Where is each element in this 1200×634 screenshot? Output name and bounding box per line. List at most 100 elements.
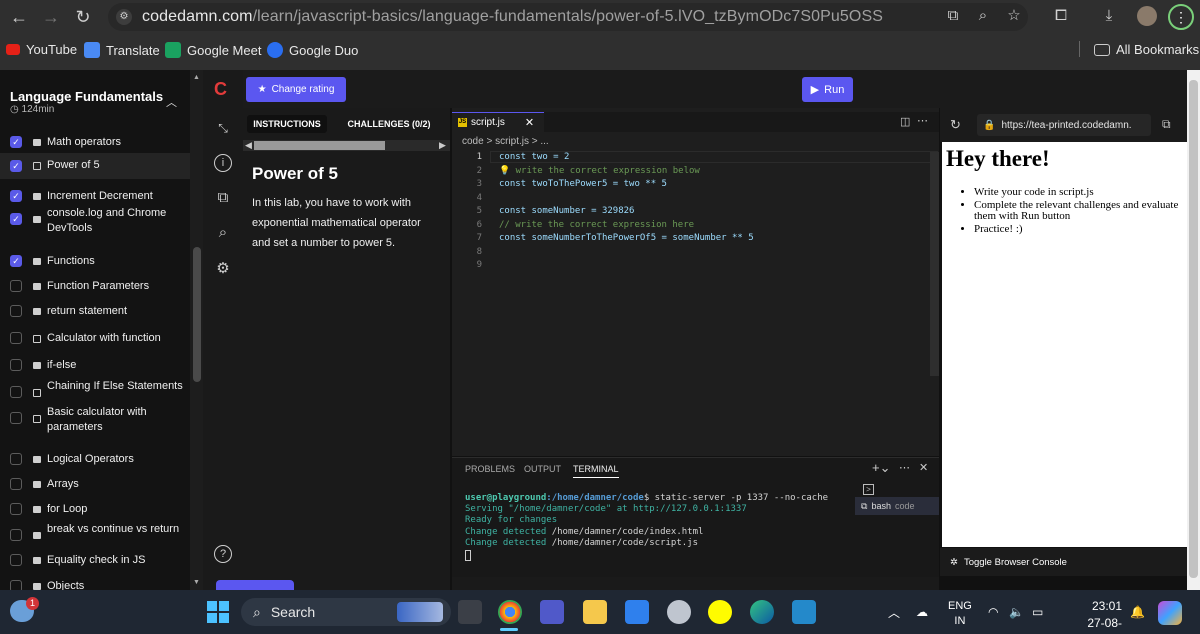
editor-tab-script-js[interactable]: JS script.js ✕ (452, 112, 544, 132)
checked-checkbox[interactable]: ✓ (10, 213, 22, 225)
zoom-icon[interactable]: ⌕ (972, 5, 994, 27)
bookmark-youtube[interactable]: YouTube (6, 42, 77, 57)
sidebar-item[interactable]: Equality check in JS (0, 551, 190, 571)
bookmark-google-duo[interactable]: Google Duo (267, 42, 358, 58)
search-icon[interactable]: ⌕ (213, 223, 233, 243)
sidebar-item[interactable]: ✓ Increment Decrement (0, 187, 190, 207)
new-terminal-icon[interactable]: +⌄ (872, 460, 890, 476)
sidebar-item[interactable]: ✓ console.log and Chrome DevTools (0, 207, 190, 234)
change-rating-button[interactable]: ★ Change rating (246, 77, 346, 102)
reload-icon[interactable]: ↻ (72, 6, 94, 28)
back-icon[interactable]: ← (8, 6, 30, 28)
bookmark-translate[interactable]: Translate (84, 42, 160, 58)
checkbox[interactable] (10, 332, 22, 344)
sidebar-item[interactable]: ✓ Math operators (0, 133, 190, 153)
wifi-icon[interactable]: ◠ (988, 605, 998, 619)
star-icon[interactable]: ☆ (1003, 5, 1025, 27)
checkbox[interactable] (10, 453, 22, 465)
windows-start-icon[interactable] (207, 601, 229, 623)
bash-terminal-item[interactable]: ⧉ bash code (855, 497, 939, 515)
sidebar-scroll-thumb[interactable] (193, 247, 201, 382)
task-view-icon[interactable] (458, 600, 482, 624)
sidebar-item[interactable]: break vs continue vs return (0, 523, 190, 546)
help-icon[interactable]: ? (214, 545, 232, 563)
settings-gear-icon[interactable]: ⚙ (213, 259, 233, 279)
preview-reload-icon[interactable]: ↻ (950, 117, 961, 133)
tab-terminal[interactable]: TERMINAL (573, 464, 619, 478)
install-app-icon[interactable]: ⧉ (942, 5, 964, 27)
files-icon[interactable]: ⧉ (213, 188, 233, 208)
checkbox[interactable] (10, 280, 22, 292)
edge-icon[interactable] (750, 600, 774, 624)
scroll-down-icon[interactable]: ▼ (193, 579, 200, 586)
instructions-hscroll-thumb[interactable] (254, 141, 385, 150)
close-tab-icon[interactable]: ✕ (525, 116, 534, 129)
checked-checkbox[interactable]: ✓ (10, 136, 22, 148)
download-icon[interactable]: ⤓ (1098, 5, 1120, 27)
clock[interactable]: 23:01 27-08-2024 (1062, 598, 1122, 634)
notifications-bell-icon[interactable]: 🔔 (1130, 605, 1145, 619)
run-button[interactable]: ▶ Run (802, 77, 853, 102)
checkbox[interactable] (10, 529, 22, 541)
editor-breadcrumb[interactable]: code > script.js > ... (462, 136, 549, 147)
sidebar-item[interactable]: for Loop (0, 500, 190, 520)
sidebar-item[interactable]: ✓ Functions (0, 252, 190, 272)
checkbox[interactable] (10, 359, 22, 371)
copilot-icon[interactable] (1158, 601, 1182, 625)
tab-problems[interactable]: PROBLEMS (465, 464, 515, 474)
page-scroll-thumb[interactable] (1189, 80, 1198, 578)
language-indicator[interactable]: ENG IN (948, 599, 972, 629)
codedamn-logo[interactable]: C (214, 79, 227, 100)
checked-checkbox[interactable]: ✓ (10, 190, 22, 202)
battery-icon[interactable]: ▭ (1032, 605, 1043, 619)
tray-overflow-icon[interactable]: ︿ (888, 604, 900, 621)
checkbox[interactable] (10, 554, 22, 566)
sidebar-item[interactable]: return statement (0, 302, 190, 322)
expand-icon[interactable]: ⤡ (213, 118, 233, 138)
bottom-action-button[interactable] (216, 580, 294, 590)
checked-checkbox[interactable]: ✓ (10, 255, 22, 267)
extensions-icon[interactable]: ⧠ (1050, 5, 1072, 27)
file-explorer-icon[interactable] (583, 600, 607, 624)
toggle-browser-console[interactable]: ✲ Toggle Browser Console (940, 548, 1200, 576)
checkbox[interactable] (10, 305, 22, 317)
checkbox[interactable] (10, 386, 22, 398)
sidebar-item[interactable]: Calculator with function (0, 329, 190, 349)
chrome-icon[interactable] (498, 600, 522, 624)
scroll-right-icon[interactable]: ▶ (439, 140, 446, 151)
vscode-icon[interactable] (792, 600, 816, 624)
terminal-more-icon[interactable]: ⋯ (899, 461, 910, 474)
checkbox[interactable] (10, 503, 22, 515)
menu-icon[interactable]: ⋮ (1168, 4, 1194, 30)
sidebar-item[interactable]: Chaining If Else Statements (0, 380, 190, 403)
checked-checkbox[interactable]: ✓ (10, 160, 22, 172)
sidebar-item[interactable]: ✓ Power of 5 (0, 153, 190, 179)
split-editor-icon[interactable]: ◫ (900, 115, 910, 128)
preview-url-field[interactable]: 🔒 https://tea-printed.codedamn. (977, 114, 1151, 136)
all-bookmarks[interactable]: All Bookmarks (1094, 42, 1199, 57)
forward-icon[interactable]: → (40, 6, 62, 28)
terminal-icon[interactable]: > (863, 484, 874, 495)
checkbox[interactable] (10, 412, 22, 424)
sidebar-item[interactable]: Basic calculator with parameters (0, 406, 190, 433)
close-panel-icon[interactable]: ✕ (919, 461, 928, 474)
sidebar-item[interactable]: Logical Operators (0, 450, 190, 470)
teams-icon[interactable] (540, 600, 564, 624)
sidebar-item[interactable]: if-else (0, 356, 190, 376)
onedrive-sync-icon[interactable]: ☁ (916, 605, 928, 619)
collapse-chevron-icon[interactable]: ︿ (166, 94, 177, 110)
volume-icon[interactable]: 🔈 (1009, 605, 1024, 619)
snapchat-icon[interactable] (708, 600, 732, 624)
open-external-icon[interactable]: ⧉ (1162, 117, 1171, 132)
scroll-up-icon[interactable]: ▲ (193, 74, 200, 81)
tab-instructions[interactable]: INSTRUCTIONS (247, 115, 327, 133)
tab-output[interactable]: OUTPUT (524, 464, 561, 474)
info-icon[interactable]: i (214, 154, 232, 172)
tab-challenges[interactable]: CHALLENGES (0/2) (339, 115, 439, 133)
todo-icon[interactable] (625, 600, 649, 624)
more-actions-icon[interactable]: ⋯ (917, 114, 928, 127)
sidebar-item[interactable]: Arrays (0, 475, 190, 495)
site-info-icon[interactable]: ⚙ (116, 9, 132, 25)
checkbox[interactable] (10, 478, 22, 490)
scroll-left-icon[interactable]: ◀ (245, 140, 252, 151)
